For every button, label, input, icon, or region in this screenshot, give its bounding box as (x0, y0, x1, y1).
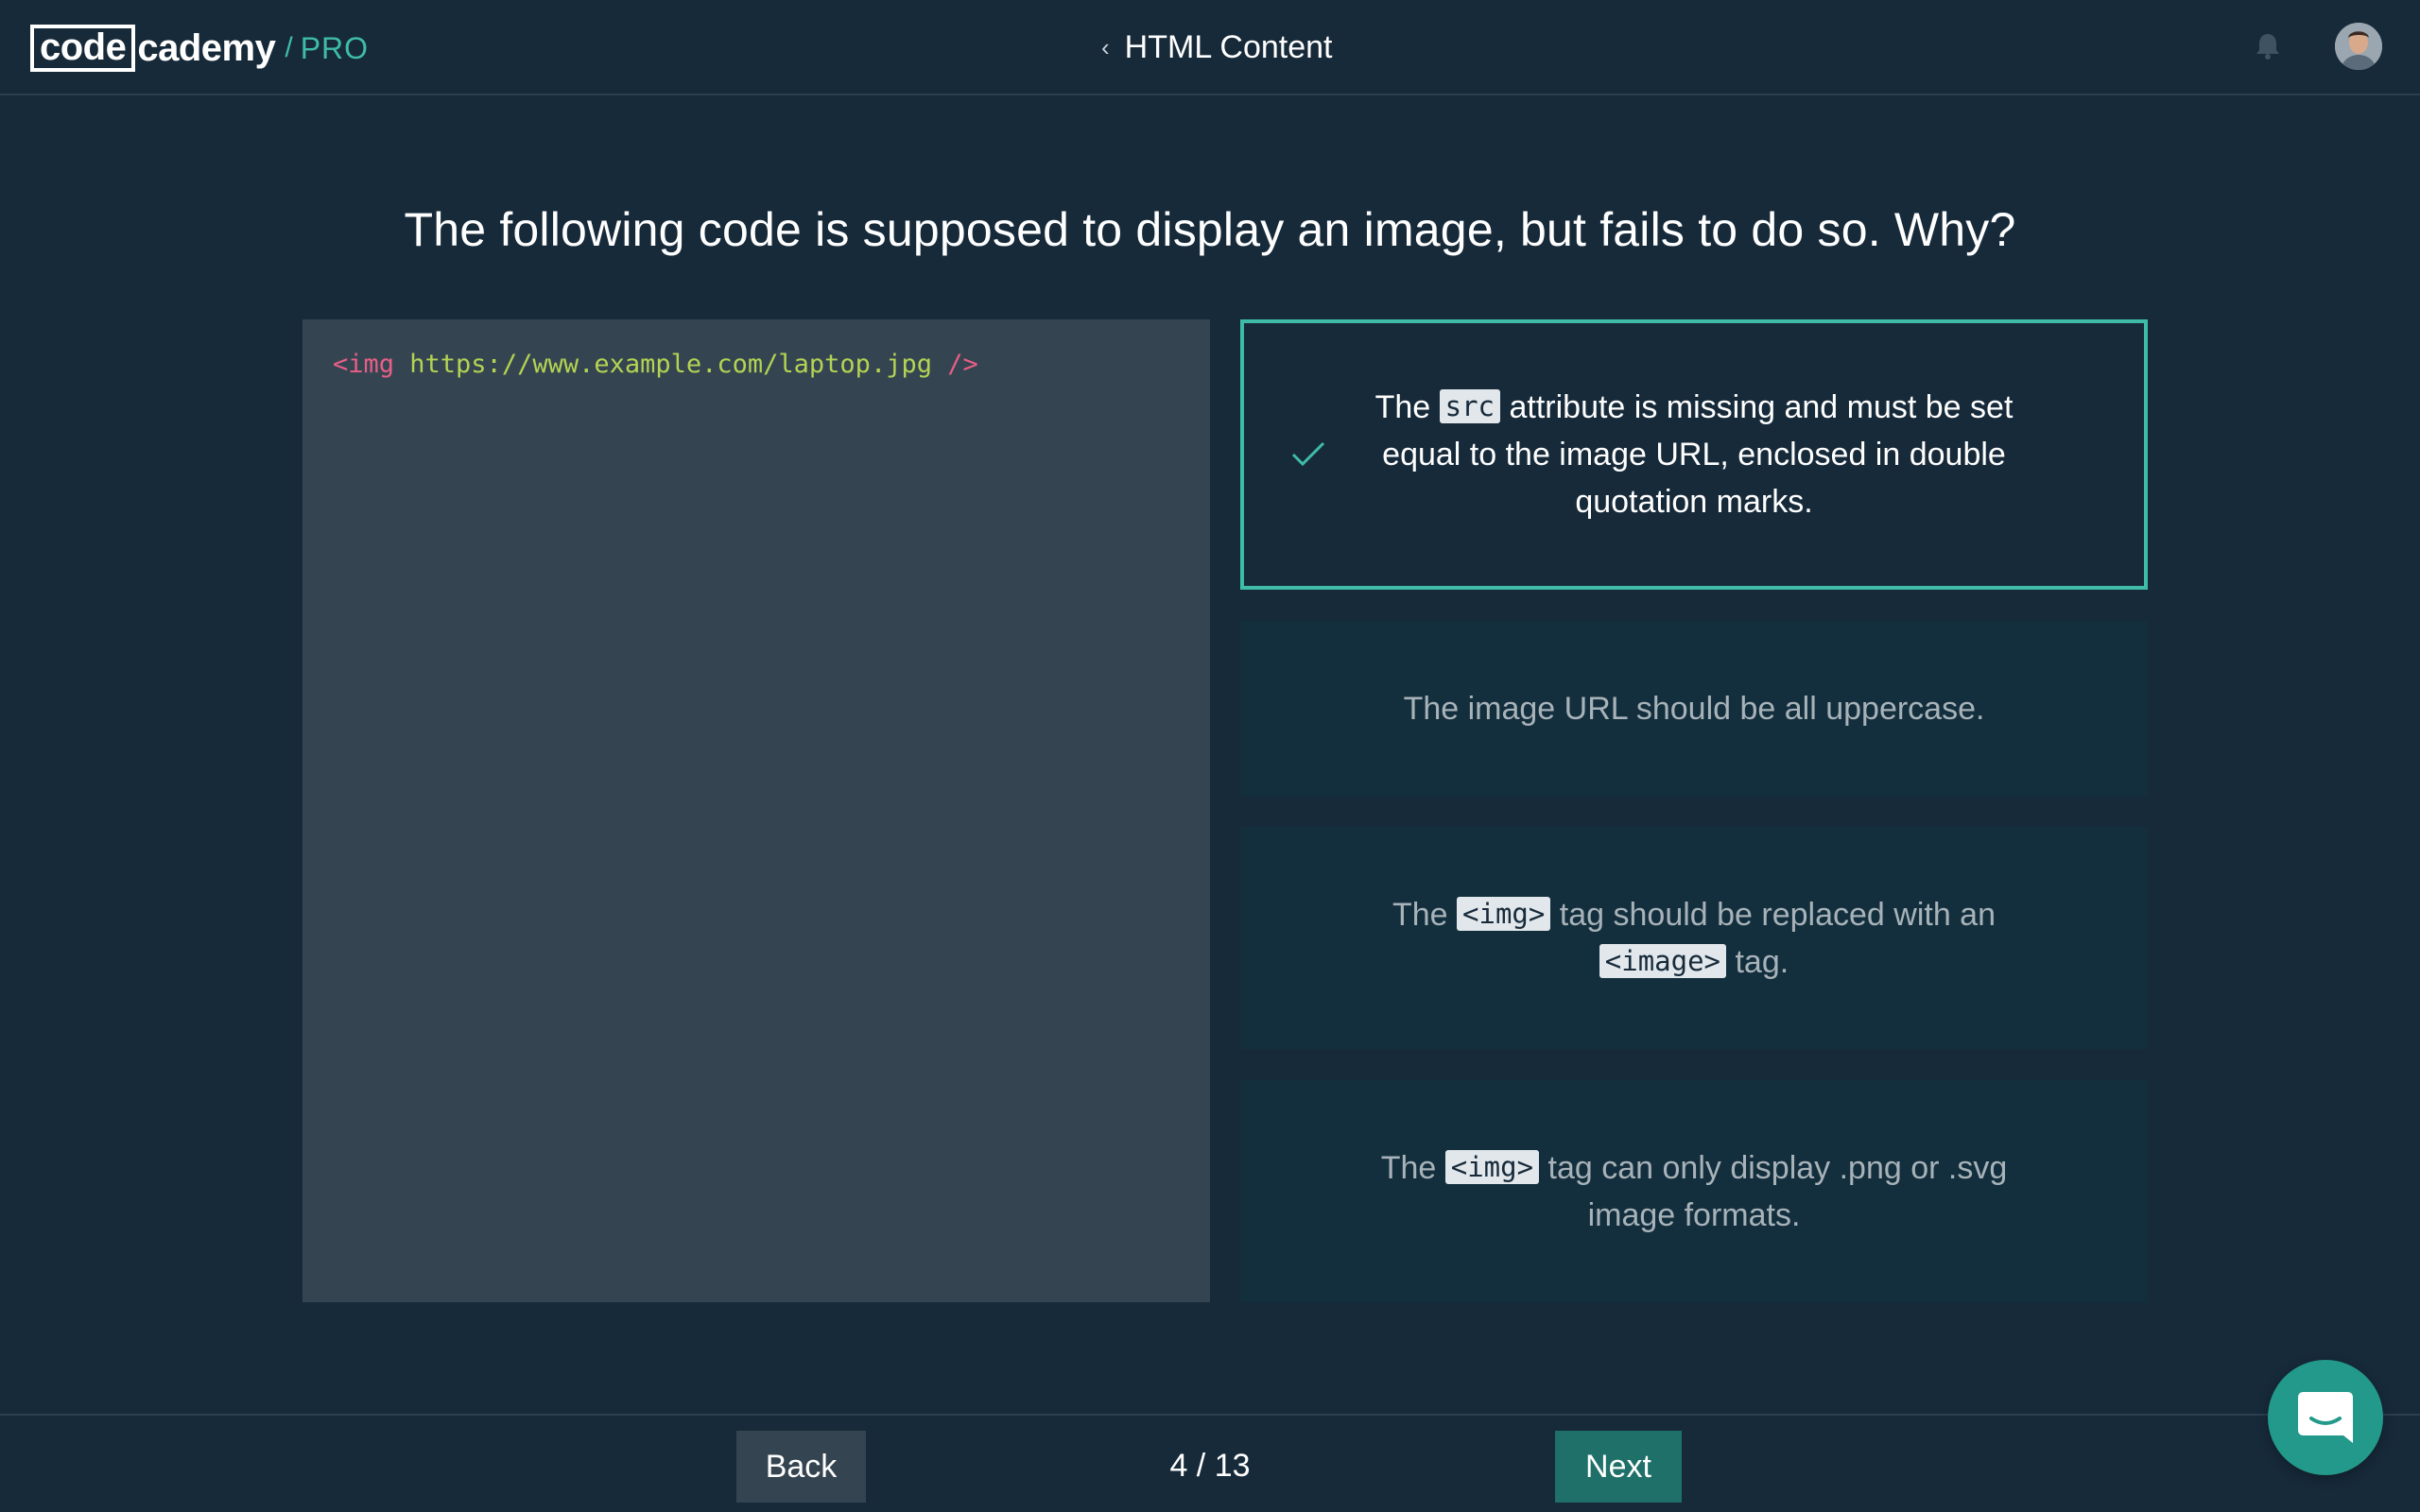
codecademy-pro-logo[interactable]: code cademy / PRO (30, 25, 369, 72)
answer-text-part: The (1380, 1149, 1445, 1186)
question-text: The following code is supposed to displa… (404, 203, 2016, 256)
lesson-title-link[interactable]: ‹ HTML Content (1101, 25, 1333, 70)
logo-code: code (30, 25, 136, 72)
code-url: https://www.example.com/laptop.jpg (409, 350, 932, 379)
code-line: <img https://www.example.com/laptop.jpg … (333, 350, 1180, 379)
code-tag-open: <img (333, 350, 410, 379)
logo-cademy: cademy (137, 27, 276, 69)
back-button[interactable]: Back (736, 1431, 866, 1503)
answer-text: The image URL should be all uppercase. (1403, 691, 1985, 727)
answer-text-part: tag can only display .png or .svg image … (1539, 1149, 2008, 1233)
answer-text: The <img> tag should be replaced with an… (1363, 891, 2025, 986)
logo-slash: / (285, 32, 293, 63)
top-bar: code cademy / PRO ‹ HTML Content (0, 0, 2420, 95)
answer-option-2[interactable]: The image URL should be all uppercase. (1240, 621, 2148, 797)
answer-option-3[interactable]: The <img> tag should be replaced with an… (1240, 827, 2148, 1049)
chevron-left-icon: ‹ (1101, 32, 1110, 61)
answer-text-part: The (1392, 896, 1458, 933)
logo-pro: PRO (300, 31, 370, 65)
user-avatar[interactable] (2335, 23, 2382, 70)
answer-option-1[interactable]: The src attribute is missing and must be… (1240, 319, 2148, 590)
chat-icon[interactable] (2268, 1360, 2383, 1475)
code-chip: <img> (1444, 1149, 1540, 1184)
answer-text-part: The (1374, 389, 1440, 425)
answer-text-part: tag should be replaced with an (1550, 896, 1996, 933)
answer-option-4[interactable]: The <img> tag can only display .png or .… (1240, 1080, 2148, 1302)
answer-text: The <img> tag can only display .png or .… (1363, 1144, 2025, 1239)
code-tag-close: /> (931, 350, 978, 379)
code-chip: src (1439, 389, 1501, 423)
bell-icon[interactable] (2252, 30, 2284, 62)
answer-text-part: tag. (1726, 943, 1789, 980)
lesson-title: HTML Content (1124, 28, 1333, 65)
code-chip: <img> (1457, 896, 1551, 931)
bottom-bar: Back 4 / 13 Next (0, 1414, 2420, 1512)
checkmark-icon (1289, 438, 1327, 472)
code-snippet: <img https://www.example.com/laptop.jpg … (302, 319, 1210, 1302)
next-button[interactable]: Next (1555, 1431, 1682, 1503)
answer-text: The src attribute is missing and must be… (1363, 384, 2025, 525)
code-chip: <image> (1599, 943, 1727, 978)
page-counter: 4 / 13 (1169, 1448, 1251, 1484)
